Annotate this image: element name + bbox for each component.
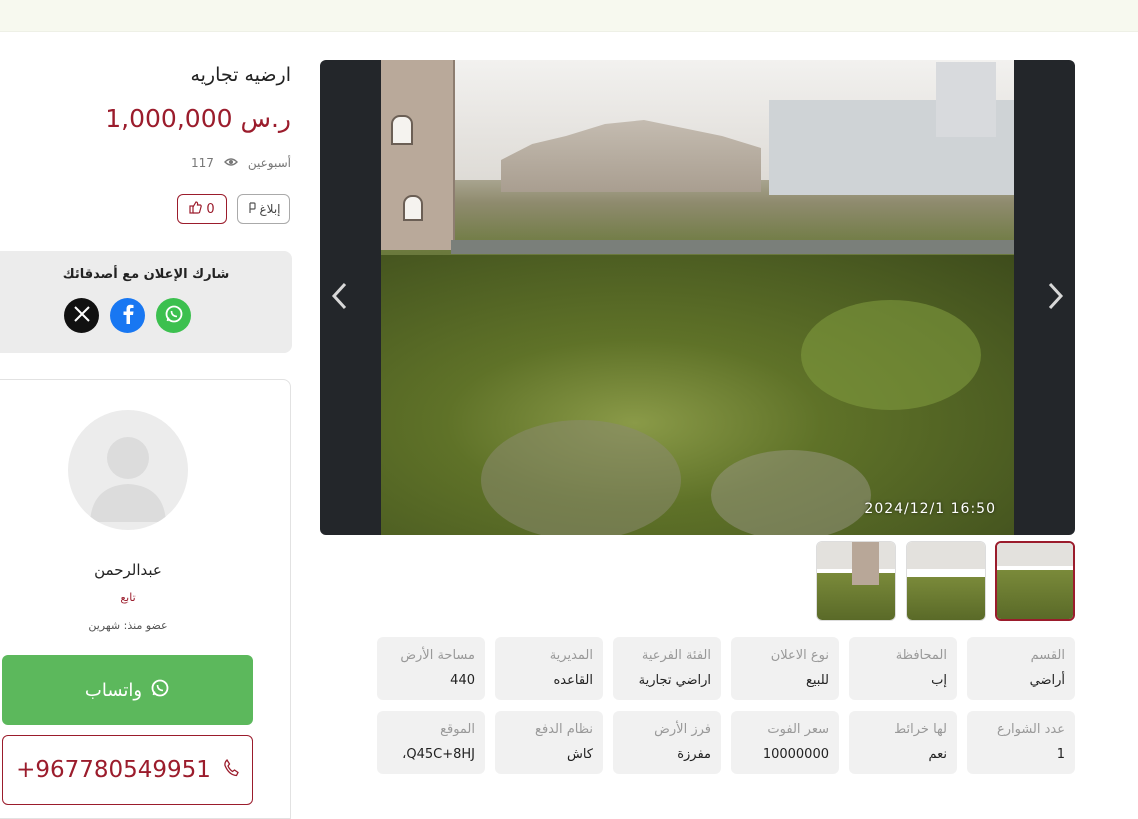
photo-timestamp: 2024/12/1 16:50 (864, 501, 996, 517)
spec-land-area: مساحة الأرض 440 (377, 637, 485, 700)
seller-avatar (68, 410, 188, 530)
main-photo[interactable]: 2024/12/1 16:50 (381, 60, 1014, 535)
facebook-icon (122, 304, 134, 328)
whatsapp-icon (164, 304, 184, 328)
spec-land-sorting: فرز الأرض مفرزة (613, 711, 721, 774)
gallery-thumbnail-active[interactable] (995, 541, 1075, 621)
spec-label: الموقع (440, 722, 475, 737)
seller-name[interactable]: عبدالرحمن (0, 561, 256, 579)
spec-value: 440 (450, 673, 475, 688)
spec-label: فرز الأرض (654, 722, 711, 737)
gallery-prev-button[interactable] (320, 278, 360, 318)
spec-value: أراضي (1029, 673, 1065, 688)
seller-role: تابع (120, 591, 136, 604)
spec-value: 1 (1056, 747, 1065, 762)
spec-value: كاش (566, 747, 593, 762)
spec-location[interactable]: الموقع Q45C+8HJ، (377, 711, 485, 774)
spec-value: 10000000 (762, 747, 829, 762)
spec-label: القسم (1030, 648, 1065, 663)
listing-price: 1,000,000 ر.س (105, 104, 291, 133)
gallery-next-button[interactable] (1035, 278, 1075, 318)
spec-value: اراضي تجارية (638, 673, 711, 688)
spec-label: نوع الاعلان (770, 648, 829, 663)
report-label: إبلاغ (259, 202, 281, 216)
spec-label: المديرية (549, 648, 593, 663)
eye-icon (223, 156, 238, 170)
phone-icon (223, 757, 239, 783)
chevron-right-icon (1044, 281, 1066, 315)
listing-title: ارضيه تجاريه (190, 64, 291, 86)
spec-foot-price: سعر الفوت 10000000 (731, 711, 839, 774)
spec-value: القاعده (553, 673, 593, 688)
spec-value: نعم (928, 747, 947, 762)
phone-contact-button[interactable]: +967780549951 (2, 735, 253, 805)
thumbs-up-icon (189, 200, 203, 218)
share-whatsapp-button[interactable] (156, 298, 191, 333)
spec-label: لها خرائط (894, 722, 947, 737)
gallery-thumbnail[interactable] (906, 541, 986, 621)
spec-subcategory: الفئة الفرعية اراضي تجارية (613, 637, 721, 700)
listing-meta: أسبوعين 117 (191, 156, 291, 170)
spec-has-maps: لها خرائط نعم (849, 711, 957, 774)
likes-count: 0 (206, 201, 215, 217)
image-gallery: 2024/12/1 16:50 (320, 60, 1075, 535)
top-header-bar (0, 0, 1138, 32)
whatsapp-label: واتساب (84, 679, 143, 701)
chevron-left-icon (329, 281, 351, 315)
spec-value[interactable]: Q45C+8HJ، (402, 747, 475, 762)
spec-value: للبيع (805, 673, 829, 688)
x-icon (73, 305, 91, 327)
like-button[interactable]: 0 (177, 194, 227, 224)
phone-number: +967780549951 (16, 757, 211, 783)
report-button[interactable]: إبلاغ (237, 194, 290, 224)
share-title: شارك الإعلان مع أصدقائك (62, 267, 230, 282)
seller-member-since: عضو منذ: شهرين (88, 619, 168, 632)
spec-payment-system: نظام الدفع كاش (495, 711, 603, 774)
spec-label: نظام الدفع (535, 722, 593, 737)
spec-ad-type: نوع الاعلان للبيع (731, 637, 839, 700)
spec-category: القسم أراضي (967, 637, 1075, 700)
spec-label: سعر الفوت (767, 722, 829, 737)
spec-label: عدد الشوارع (996, 722, 1065, 737)
share-x-button[interactable] (64, 298, 99, 333)
share-panel: شارك الإعلان مع أصدقائك (0, 251, 292, 353)
spec-label: المحافظة (895, 648, 947, 663)
listing-age: أسبوعين (247, 156, 291, 170)
flag-icon (247, 201, 257, 217)
spec-label: الفئة الفرعية (641, 648, 711, 663)
spec-governorate: المحافظة إب (849, 637, 957, 700)
spec-value: إب (931, 673, 947, 688)
whatsapp-icon (150, 678, 170, 703)
share-facebook-button[interactable] (110, 298, 145, 333)
gallery-thumbnail[interactable] (816, 541, 896, 621)
views-count: 117 (190, 156, 214, 170)
whatsapp-contact-button[interactable]: واتساب (2, 655, 253, 725)
spec-district: المديرية القاعده (495, 637, 603, 700)
spec-label: مساحة الأرض (400, 648, 475, 663)
spec-value: مفرزة (677, 747, 711, 762)
spec-streets-count: عدد الشوارع 1 (967, 711, 1075, 774)
